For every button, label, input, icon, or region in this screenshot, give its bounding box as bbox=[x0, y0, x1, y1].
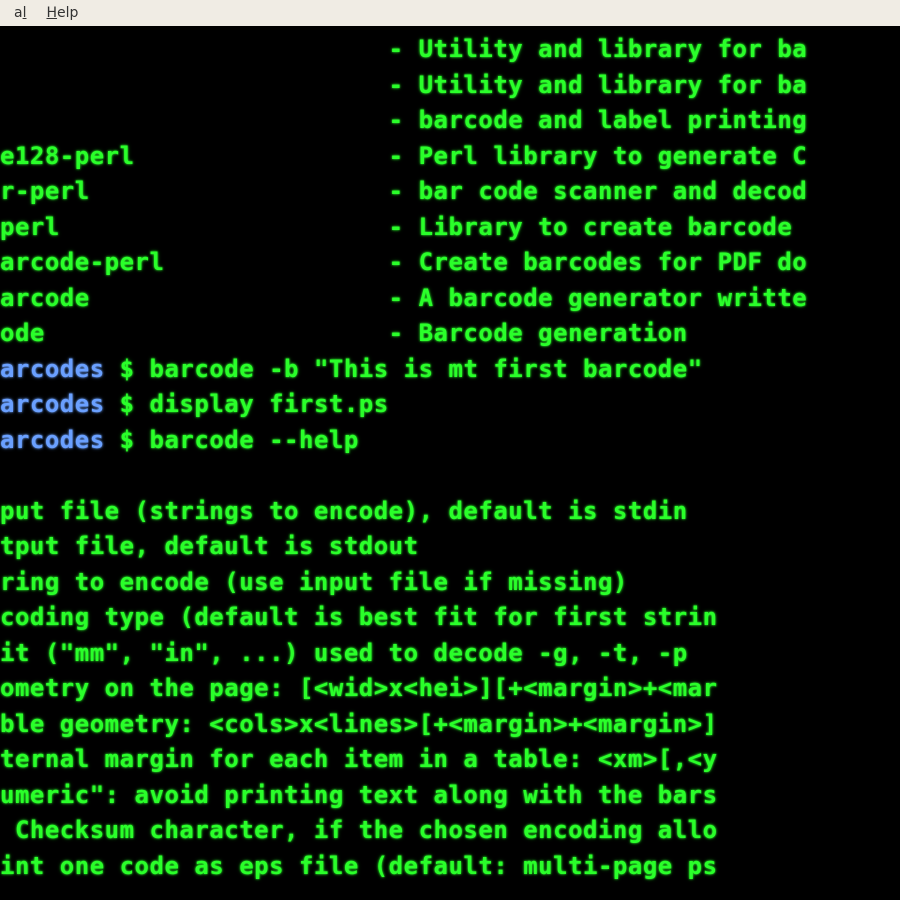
package-line: - barcode and label printing bbox=[0, 103, 900, 139]
menu-item-help[interactable]: Help bbox=[36, 2, 88, 24]
package-line: perl - Library to create barcode bbox=[0, 210, 900, 246]
package-line: r-perl - bar code scanner and decod bbox=[0, 174, 900, 210]
blank-line bbox=[0, 458, 900, 494]
help-line: ometry on the page: [<wid>x<hei>][+<marg… bbox=[0, 671, 900, 707]
help-line: coding type (default is best fit for fir… bbox=[0, 600, 900, 636]
help-line: put file (strings to encode), default is… bbox=[0, 494, 900, 530]
help-line: it ("mm", "in", ...) used to decode -g, … bbox=[0, 636, 900, 672]
package-line: ode - Barcode generation bbox=[0, 316, 900, 352]
prompt-line: arcodes $ display first.ps bbox=[0, 387, 900, 423]
package-line: e128-perl - Perl library to generate C bbox=[0, 139, 900, 175]
command-text: display first.ps bbox=[150, 390, 389, 418]
help-line: ble geometry: <cols>x<lines>[+<margin>+<… bbox=[0, 707, 900, 743]
prompt-line: arcodes $ barcode --help bbox=[0, 423, 900, 459]
cwd-text: arcodes bbox=[0, 355, 105, 383]
help-line: int one code as eps file (default: multi… bbox=[0, 849, 900, 885]
prompt-line: arcodes $ barcode -b "This is mt first b… bbox=[0, 352, 900, 388]
command-text: barcode --help bbox=[150, 426, 359, 454]
command-text: barcode -b "This is mt first barcode" bbox=[150, 355, 703, 383]
package-line: - Utility and library for ba bbox=[0, 68, 900, 104]
package-line: arcode - A barcode generator writte bbox=[0, 281, 900, 317]
help-line: umeric": avoid printing text along with … bbox=[0, 778, 900, 814]
menu-item-terminal[interactable]: al bbox=[4, 2, 36, 24]
help-line: Checksum character, if the chosen encodi… bbox=[0, 813, 900, 849]
help-line: ternal margin for each item in a table: … bbox=[0, 742, 900, 778]
cwd-text: arcodes bbox=[0, 390, 105, 418]
terminal-output[interactable]: - Utility and library for ba - Utility a… bbox=[0, 26, 900, 900]
package-line: arcode-perl - Create barcodes for PDF do bbox=[0, 245, 900, 281]
package-line: - Utility and library for ba bbox=[0, 32, 900, 68]
help-line: tput file, default is stdout bbox=[0, 529, 900, 565]
cwd-text: arcodes bbox=[0, 426, 105, 454]
help-line: ring to encode (use input file if missin… bbox=[0, 565, 900, 601]
menubar: al Help bbox=[0, 0, 900, 26]
